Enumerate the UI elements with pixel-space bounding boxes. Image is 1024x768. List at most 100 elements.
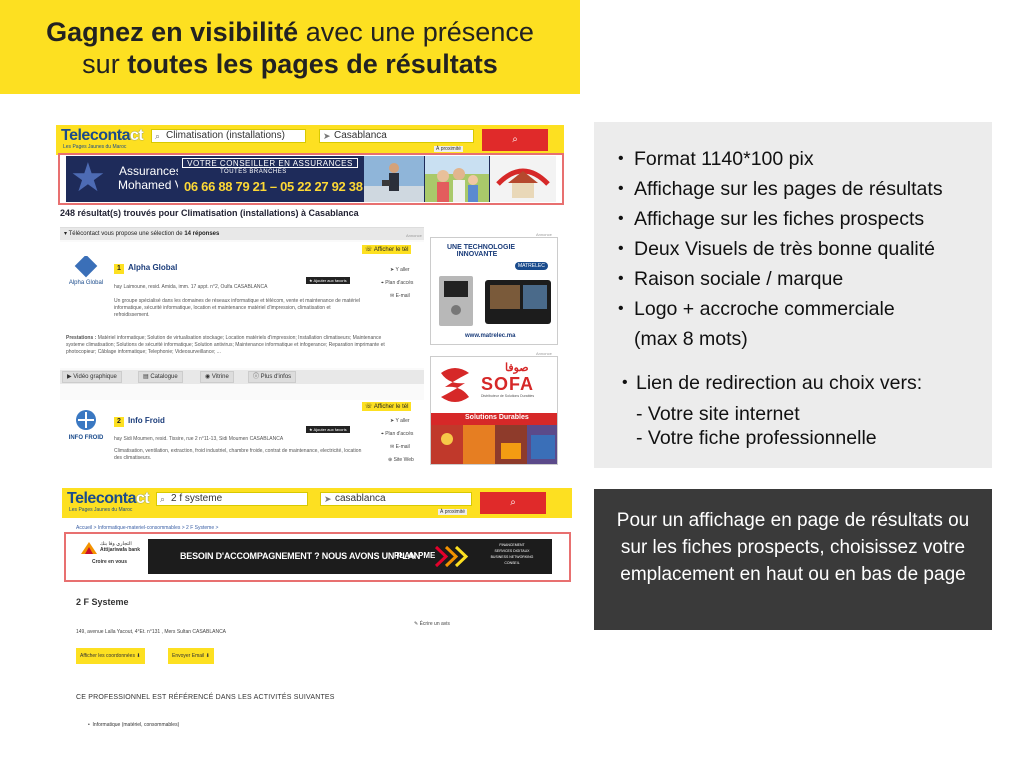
redirect-link-title: Lien de redirection au choix vers: [622, 368, 922, 398]
sofa-brand: SOFA [481, 374, 535, 394]
chevron-arrows-icon [434, 545, 469, 568]
send-email-button[interactable]: Envoyer Email ⬇ [168, 648, 214, 664]
map-link[interactable]: ⌖ Plan d'accès [381, 280, 413, 286]
matrelec-ad[interactable]: UNE TECHNOLOGIE INNOVANTE MATRELEC www.ma… [430, 237, 558, 345]
search-button[interactable]: ⌕ [480, 492, 546, 514]
search-where-input[interactable]: ➤ casablanca [320, 492, 472, 506]
banner-message: BESOIN D'ACCOMPAGNEMENT ? NOUS AVONS UN … [148, 539, 552, 574]
feature-item: Affichage sur les pages de résultats [618, 174, 984, 204]
sofa-tagline: Solutions Durables [465, 414, 529, 421]
family-photo [425, 156, 489, 202]
bank-name: Attijariwafa bank [100, 547, 141, 553]
search-icon: ⌕ [160, 494, 166, 504]
search-what-input[interactable]: ⌕ 2 f systeme [156, 492, 308, 506]
search-header: Telecontact Les Pages Jaunes du Maroc ⌕ 2… [62, 488, 572, 518]
sofa-product-photos [431, 425, 557, 464]
sofa-ad[interactable]: صوفا SOFA Distributeur de Solutions Dura… [430, 356, 558, 465]
insurance-banner-ad[interactable]: ★ Assurances Mohamed V VOTRE CONSEILLER E… [66, 156, 556, 202]
info-froid-logo: INFO FROID [69, 410, 104, 441]
tab-more-info[interactable]: ⓘ Plus d'infos [248, 371, 297, 383]
list-item[interactable]: ☏ Afficher le tél INFO FROID 2 Info Froid… [60, 400, 424, 465]
breadcrumb[interactable]: Accueil > Informatique-materiel-consomma… [76, 525, 218, 531]
show-phone-button[interactable]: ☏ Afficher le tél [362, 402, 412, 411]
search-header: Telecontact Les Pages Jaunes du Maroc ⌕ C… [56, 125, 564, 155]
goto-link[interactable]: ➤ Y aller [390, 267, 410, 273]
website-link[interactable]: ⊕ Site Web [388, 457, 414, 463]
write-review-link[interactable]: ✎ Écrire un avis [414, 621, 450, 627]
banner-services: FINANCEMENT SERVICES DIGITAUX BUSINESS NET… [490, 543, 534, 565]
results-list: ▾ Télécontact vous propose une sélection… [60, 227, 424, 465]
plan-pme-logo: PLAN PME [394, 551, 436, 560]
sofa-logo-icon [441, 368, 469, 402]
business-address: hay Laimoune, resid. Amida, imm. 17 appt… [114, 284, 268, 290]
show-coordinates-button[interactable]: Afficher les coordonnées ⬇ [76, 648, 145, 664]
add-favorite-button[interactable]: ★ Ajouter aux favoris [306, 426, 350, 433]
telecontact-tagline: Les Pages Jaunes du Maroc [63, 144, 127, 150]
show-phone-button[interactable]: ☏ Afficher le tél [362, 245, 412, 254]
business-services: Prestations : Matériel informatique; Sol… [66, 335, 385, 355]
business-description: Climatisation, ventilation, extraction, … [114, 448, 362, 461]
feature-item-continuation: (max 8 mots) [634, 328, 748, 350]
search-button[interactable]: ⌕ [482, 129, 548, 151]
location-arrow-icon: ➤ [323, 131, 331, 141]
attijariwafa-banner-ad[interactable]: التجاري وفا بنك Attijariwafa bank Croire… [76, 535, 558, 578]
house-protection-photo [490, 156, 556, 202]
telecontact-logo[interactable]: Telecontact [61, 127, 144, 145]
tab-vitrine[interactable]: ◉ Vitrine [200, 371, 234, 383]
redirect-option: - Votre site internet [636, 403, 800, 425]
add-favorite-button[interactable]: ★ Ajouter aux favoris [306, 277, 350, 284]
feature-item: Format 1140*100 pix [618, 144, 984, 174]
svg-text:INFO FROID: INFO FROID [69, 435, 104, 441]
feature-item: Raison sociale / marque [618, 264, 984, 294]
location-arrow-icon: ➤ [324, 494, 332, 504]
search-where-input[interactable]: ➤ Casablanca [319, 129, 474, 143]
star-logo-icon: ★ [70, 156, 106, 200]
tab-catalogue[interactable]: ▤ Catalogue [138, 371, 183, 383]
feature-item: Logo + accroche commerciale [618, 294, 984, 324]
banner-brand: Assurances Mohamed V [118, 164, 183, 192]
email-link[interactable]: ✉ E-mail [390, 293, 410, 299]
activity-item[interactable]: • Informatique (matériel, consommables) [88, 722, 179, 728]
search-icon: ⌕ [155, 131, 161, 141]
goto-link[interactable]: ➤ Y aller [390, 418, 410, 424]
selection-bar[interactable]: ▾ Télécontact vous propose une sélection… [60, 228, 424, 240]
results-page-screenshot: Telecontact Les Pages Jaunes du Maroc ⌕ C… [56, 125, 564, 465]
placement-note: Pour un affichage en page de résultats o… [594, 489, 992, 630]
business-address: hay Sidi Moumen, resid. Tissire, rue 2 n… [114, 436, 284, 442]
feature-item: Affichage sur les fiches prospects [618, 204, 984, 234]
ad-headline: UNE TECHNOLOGIE INNOVANTE [447, 244, 516, 258]
matrelec-brand: MATRELEC [515, 262, 548, 270]
map-link[interactable]: ⌖ Plan d'accès [381, 431, 413, 437]
search-icon: ⌕ [510, 497, 516, 508]
headline-banner: Gagnez en visibilité avec une présence s… [0, 0, 580, 94]
telecontact-logo[interactable]: Telecontact [67, 490, 150, 508]
headline-line-1: Gagnez en visibilité avec une présence [46, 17, 534, 47]
features-panel: Format 1140*100 pix Affichage sur les pa… [594, 122, 992, 468]
redirect-option: - Votre fiche professionnelle [636, 427, 877, 449]
list-item[interactable]: ☏ Afficher le tél Alpha Global 1 Alpha Gl… [60, 242, 424, 368]
banner-phones: 06 66 88 79 21 – 05 22 27 92 38 [184, 179, 363, 194]
proximity-toggle[interactable]: À proximité [434, 146, 464, 152]
search-icon: ⌕ [512, 134, 518, 145]
tab-video[interactable]: ▶ Vidéo graphique [62, 371, 122, 383]
arrow-down-icon: ⬇ [205, 653, 210, 659]
banner-message: VOTRE CONSEILLER EN ASSURANCES TOUTES BR… [178, 156, 363, 202]
business-name[interactable]: 2 Info Froid [114, 416, 165, 427]
business-name[interactable]: 1 Alpha Global [114, 263, 177, 274]
item-tabs: ▶ Vidéo graphique ▤ Catalogue ◉ Vitrine … [60, 370, 424, 384]
feature-item: Deux Visuels de très bonne qualité [618, 234, 984, 264]
attijariwafa-logo-icon [81, 542, 97, 554]
sofa-arabic: صوفا [505, 362, 529, 374]
businessman-photo [364, 156, 424, 202]
annonce-label: Annonce [406, 233, 422, 238]
activities-heading: CE PROFESSIONNEL EST RÉFÉRENCÉ DANS LES … [76, 694, 335, 701]
alpha-global-logo: Alpha Global [69, 256, 103, 286]
features-list: Format 1140*100 pix Affichage sur les pa… [618, 144, 984, 324]
email-link[interactable]: ✉ E-mail [390, 444, 410, 450]
business-title: 2 F Systeme [76, 597, 129, 607]
proximity-toggle[interactable]: À proximité [438, 509, 468, 515]
ad-url[interactable]: www.matrelec.ma [465, 333, 515, 339]
search-what-input[interactable]: ⌕ Climatisation (installations) [151, 129, 306, 143]
bank-slogan: Croire en vous [92, 559, 128, 565]
telecontact-tagline: Les Pages Jaunes du Maroc [69, 507, 133, 513]
